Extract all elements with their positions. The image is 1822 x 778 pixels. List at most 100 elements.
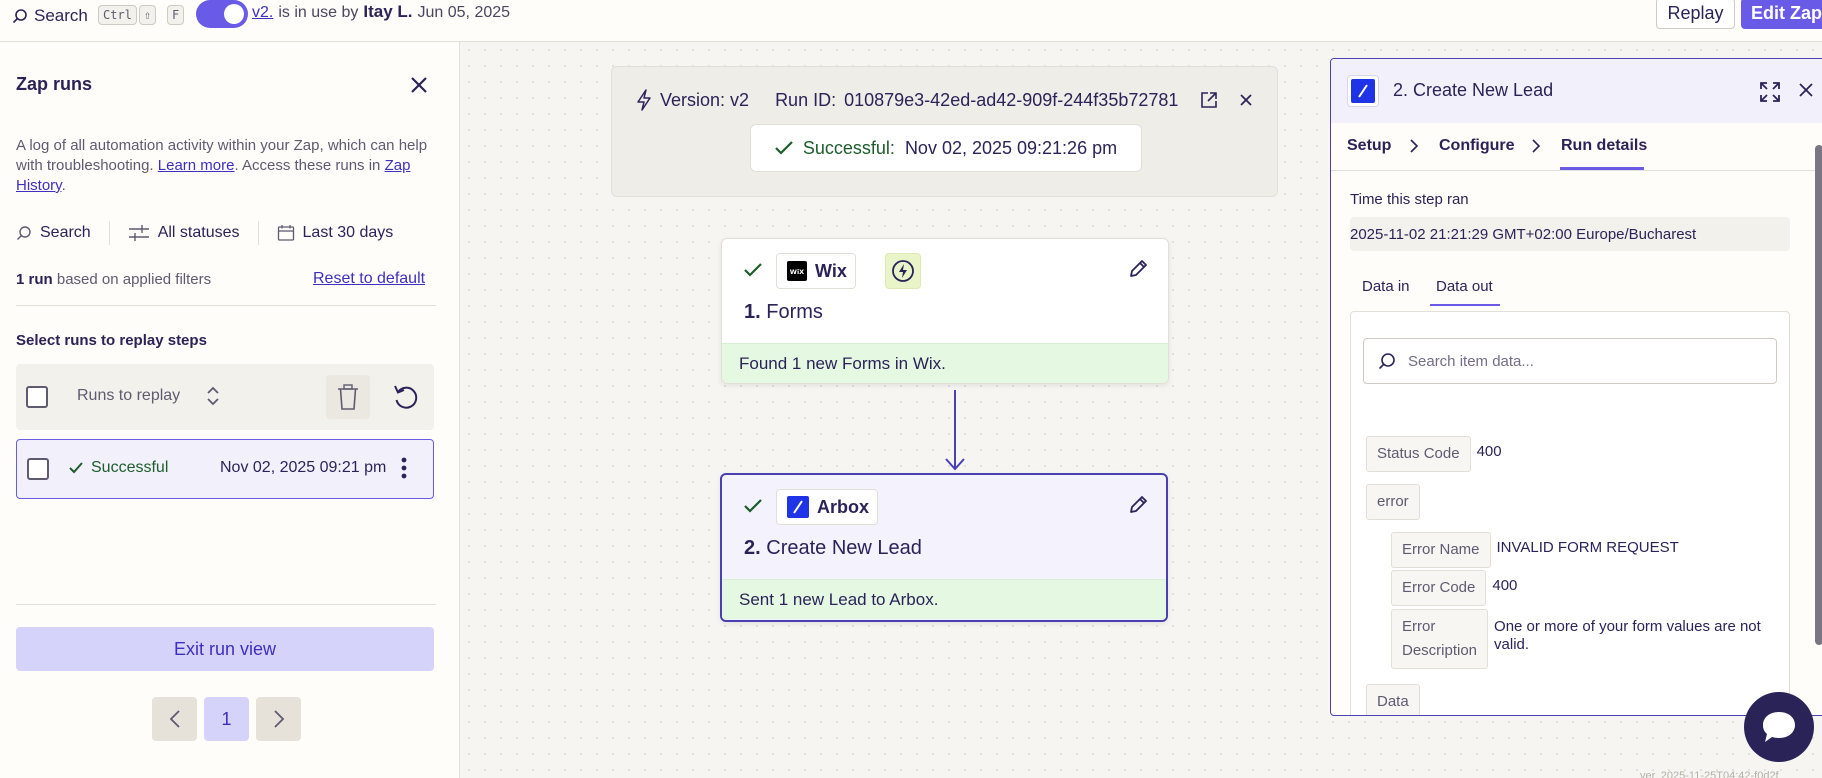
page-1-button[interactable]: 1	[204, 697, 249, 741]
trash-icon[interactable]	[326, 375, 370, 419]
edit-zap-button[interactable]: Edit Zap	[1741, 0, 1822, 29]
learn-more-link[interactable]: Learn more	[158, 157, 235, 174]
chat-bubble-icon	[1760, 709, 1798, 745]
field-key: Data	[1366, 684, 1420, 715]
run-checkbox[interactable]	[27, 458, 49, 480]
check-icon	[744, 263, 762, 277]
filter-date-label: Last 30 days	[302, 224, 394, 241]
divider	[257, 221, 259, 245]
time-ran-label: Time this step ran	[1350, 191, 1469, 208]
sliders-icon	[128, 224, 150, 242]
app-chip: Arbox	[776, 489, 879, 525]
active-tab-indicator	[1430, 304, 1500, 306]
field-data[interactable]: Data	[1366, 684, 1420, 715]
expand-icon[interactable]	[1759, 81, 1781, 103]
tab-configure[interactable]: Configure	[1439, 137, 1515, 155]
search-icon	[16, 225, 32, 241]
tab-setup[interactable]: Setup	[1347, 137, 1391, 155]
filter-status-label: All statuses	[157, 224, 240, 241]
sort-icon[interactable]	[206, 384, 220, 408]
field-key: Error Description	[1391, 609, 1489, 669]
field-key: Status Code	[1366, 436, 1471, 472]
filter-search[interactable]: Search	[16, 224, 91, 242]
run-date: Nov 02, 2025 09:21 pm	[220, 459, 387, 476]
scrollbar-thumb[interactable]	[1815, 145, 1822, 645]
more-options-icon[interactable]	[401, 457, 407, 479]
step-header: Arbox 2. Create New Lead	[722, 475, 1166, 579]
tab-data-in[interactable]: Data in	[1362, 278, 1410, 295]
active-tab-indicator	[1560, 167, 1644, 170]
chevron-right-icon	[1409, 139, 1419, 153]
run-status-date: Nov 02, 2025 09:21:26 pm	[904, 137, 1118, 158]
global-search-label: Search	[34, 6, 88, 25]
prev-page-button[interactable]	[152, 697, 197, 741]
pencil-icon[interactable]	[1128, 495, 1148, 515]
close-icon[interactable]	[1240, 94, 1253, 106]
divider	[108, 221, 110, 245]
divider	[16, 305, 436, 306]
run-row[interactable]: Successful Nov 02, 2025 09:21 pm	[16, 439, 434, 499]
tab-data-out[interactable]: Data out	[1436, 278, 1493, 295]
exit-run-view-button[interactable]: Exit run view	[16, 627, 434, 671]
trigger-lightning-icon	[885, 253, 921, 289]
zap-on-toggle[interactable]	[196, 0, 248, 28]
filter-status[interactable]: All statuses	[128, 224, 240, 242]
field-value: 400	[1476, 443, 1502, 460]
global-search[interactable]: Search	[12, 4, 88, 28]
open-external-icon[interactable]	[1200, 91, 1218, 109]
replay-undo-icon[interactable]	[384, 375, 428, 419]
search-item-data-input[interactable]: Search item data...	[1363, 338, 1777, 384]
step-card-2[interactable]: Arbox 2. Create New Lead Sent 1 new Lead…	[720, 473, 1168, 622]
panel-description: A log of all automation activity within …	[16, 136, 436, 196]
data-tabs: Data in Data out	[1350, 271, 1790, 307]
close-icon[interactable]	[410, 76, 428, 94]
check-icon	[69, 462, 83, 474]
next-page-button[interactable]	[256, 697, 301, 741]
panel-scrollbar[interactable]	[1815, 131, 1822, 711]
shortcut-key-ctrl: Ctrl	[98, 5, 137, 25]
svg-text:WiX: WiX	[790, 268, 804, 276]
run-info-banner: Version: v2 Run ID: 010879e3-42ed-ad42-9…	[611, 66, 1278, 197]
replay-button[interactable]: Replay	[1656, 0, 1735, 29]
step-name: Create New Lead	[766, 537, 922, 559]
runs-count: 1 run based on applied filters	[16, 271, 211, 288]
check-icon	[775, 141, 793, 155]
chat-support-button[interactable]	[1744, 692, 1814, 762]
in-use-date: Jun 05, 2025	[417, 4, 511, 21]
version-link[interactable]: v2.	[252, 4, 273, 22]
step-header: WiX Wix 1. Forms	[722, 239, 1168, 343]
tab-run-details[interactable]: Run details	[1561, 137, 1647, 155]
version-footer: ver. 2025-11-25T04:42-f0d2f	[1640, 770, 1779, 778]
step-tabs: Setup Configure Run details	[1331, 123, 1822, 171]
zap-status: v2. is in use by Itay L. Jun 05, 2025	[252, 2, 510, 22]
pencil-icon[interactable]	[1128, 259, 1148, 279]
search-placeholder: Search item data...	[1408, 352, 1534, 370]
filter-bar: Search All statuses Last 30 days	[16, 218, 436, 248]
field-key: error	[1366, 484, 1420, 520]
step-result: Sent 1 new Lead to Arbox.	[722, 579, 1166, 619]
divider	[16, 604, 436, 605]
field-error[interactable]: error	[1366, 484, 1420, 520]
field-value: One or more of your form values are not …	[1494, 618, 1761, 653]
step-connector-arrow	[944, 390, 966, 472]
zap-runs-panel: Zap runs A log of all automation activit…	[0, 42, 460, 778]
in-use-text: is in use by	[278, 4, 359, 21]
wix-logo-icon: WiX	[787, 261, 807, 281]
field-error-description: Error Description One or more of your for…	[1391, 609, 1764, 669]
panel-title: 2. Create New Lead	[1393, 80, 1554, 100]
toggle-knob	[224, 4, 244, 24]
runs-to-replay-header: Runs to replay	[16, 364, 434, 430]
runs-count-text: based on applied filters	[56, 271, 212, 288]
step-number: 1.	[744, 301, 761, 323]
arbox-logo-icon	[1347, 75, 1379, 107]
step-card-1[interactable]: WiX Wix 1. Forms Found 1 new Forms in Wi…	[721, 238, 1169, 384]
close-icon[interactable]	[1799, 83, 1813, 97]
app-name: Arbox	[817, 496, 870, 517]
lightning-icon	[636, 89, 652, 111]
filter-date-range[interactable]: Last 30 days	[277, 224, 394, 242]
shortcut-key-f: F	[167, 5, 185, 25]
field-value: INVALID FORM REQUEST	[1496, 539, 1679, 556]
reset-to-default-link[interactable]: Reset to default	[313, 270, 425, 288]
select-all-checkbox[interactable]	[26, 386, 48, 408]
field-key-line-1: Error	[1402, 618, 1436, 635]
